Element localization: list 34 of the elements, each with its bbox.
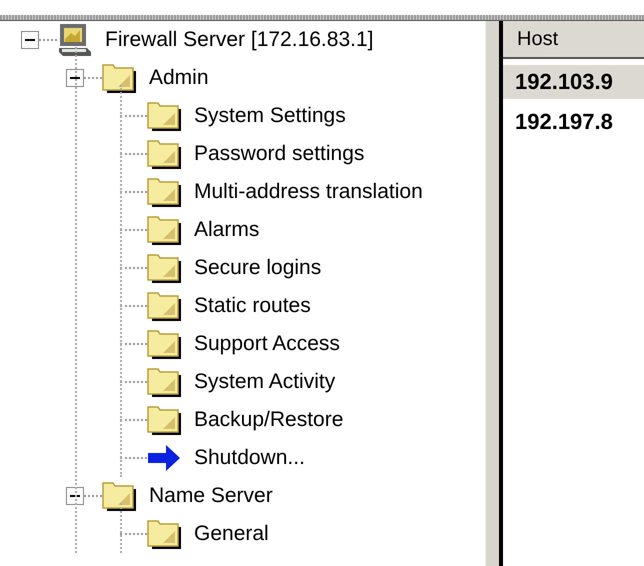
folder-icon: [147, 291, 182, 321]
folder-icon: [102, 481, 137, 511]
tree-item[interactable]: Alarms: [194, 218, 260, 242]
tree-item[interactable]: Secure logins: [194, 256, 322, 280]
folder-icon: [147, 367, 182, 397]
folder-icon: [147, 177, 182, 207]
folder-icon: [147, 101, 182, 131]
tree-item[interactable]: Backup/Restore: [194, 408, 344, 432]
tree-item[interactable]: General: [194, 522, 269, 546]
tree-item[interactable]: Multi-address translation: [194, 180, 423, 204]
tree-item[interactable]: Name Server: [149, 484, 273, 508]
tree-item[interactable]: Password settings: [194, 142, 364, 166]
tree-item[interactable]: System Activity: [194, 370, 336, 394]
tree-item[interactable]: Support Access: [194, 332, 340, 356]
folder-icon: [147, 215, 182, 245]
tree-item[interactable]: Firewall Server [172.16.83.1]: [105, 28, 374, 52]
folder-icon: [147, 329, 182, 359]
tree-item[interactable]: System Settings: [194, 104, 346, 128]
collapse-toggle[interactable]: [21, 31, 39, 49]
arrow-icon: [147, 444, 182, 472]
folder-icon: [102, 63, 137, 93]
collapse-toggle[interactable]: [66, 487, 84, 505]
tree-item[interactable]: Shutdown...: [194, 446, 305, 470]
tree-item[interactable]: Admin: [149, 66, 209, 90]
folder-icon: [147, 253, 182, 283]
tree-item[interactable]: Static routes: [194, 294, 311, 318]
column-header[interactable]: Host: [503, 21, 644, 59]
collapse-toggle[interactable]: [66, 69, 84, 87]
computer-icon: [57, 23, 93, 57]
host-cell[interactable]: 192.197.8: [503, 105, 644, 139]
host-cell[interactable]: 192.103.9: [503, 65, 644, 99]
folder-icon: [147, 139, 182, 169]
folder-icon: [147, 519, 182, 549]
folder-icon: [147, 405, 182, 435]
